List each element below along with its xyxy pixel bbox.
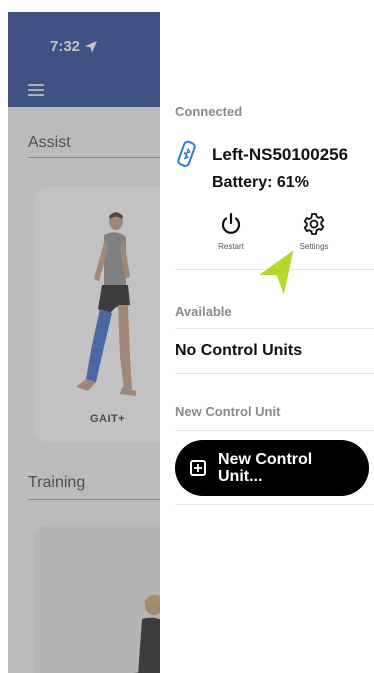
pointer-arrow-icon <box>255 247 296 299</box>
plus-square-icon <box>190 460 206 476</box>
restart-label: Restart <box>218 242 244 251</box>
divider-4 <box>175 430 374 431</box>
gear-icon <box>303 213 325 235</box>
bluetooth-device-icon <box>177 140 196 167</box>
control-units-drawer: Connected Left-NS50100256 Battery: 61% R… <box>160 12 374 673</box>
connected-header: Connected <box>175 104 243 119</box>
divider-5 <box>175 504 374 505</box>
restart-button[interactable]: Restart <box>201 212 261 251</box>
battery-status: Battery: 61% <box>212 174 309 191</box>
no-control-units-text: No Control Units <box>175 342 303 359</box>
new-unit-header: New Control Unit <box>175 404 281 419</box>
divider-2 <box>175 328 374 329</box>
new-control-unit-label: New Control Unit... <box>218 451 313 485</box>
restart-icon <box>221 212 241 234</box>
dim-overlay[interactable] <box>8 12 160 673</box>
divider-3 <box>175 373 374 374</box>
available-header: Available <box>175 304 232 319</box>
new-control-unit-button[interactable]: New Control Unit... <box>175 440 369 496</box>
background-app: 7:32 Assist GAIT+ Training <box>8 12 160 673</box>
device-name[interactable]: Left-NS50100256 <box>212 145 348 165</box>
